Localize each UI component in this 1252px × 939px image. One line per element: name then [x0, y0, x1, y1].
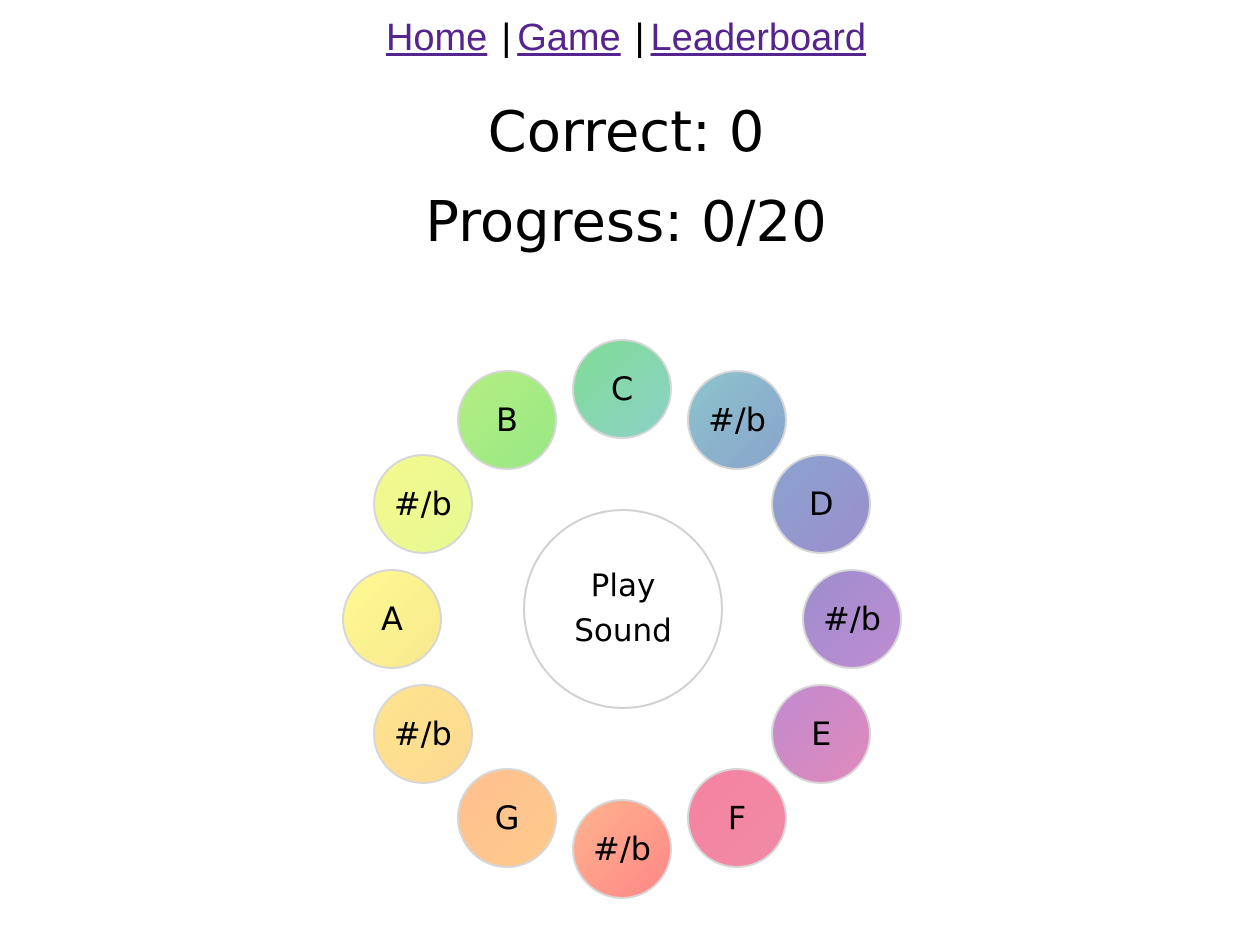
note-button-4[interactable]: E: [771, 684, 872, 784]
note-button-3[interactable]: #/b: [802, 569, 902, 669]
note-button-8[interactable]: #/b: [372, 684, 473, 784]
note-wheel: Play Sound C #/b D #/b E F #/b G #/b A #/b B: [0, 0, 1252, 939]
note-button-5[interactable]: F: [687, 768, 787, 869]
play-sound-label-line2: Sound: [574, 613, 672, 649]
note-button-2[interactable]: D: [771, 454, 872, 554]
note-button-11[interactable]: B: [457, 369, 557, 470]
note-button-9[interactable]: A: [342, 569, 442, 669]
play-sound-button[interactable]: Play Sound: [523, 509, 723, 709]
note-button-10[interactable]: #/b: [372, 454, 473, 554]
note-button-6[interactable]: #/b: [572, 799, 672, 899]
play-sound-label-line1: Play: [590, 568, 656, 604]
note-button-7[interactable]: G: [457, 768, 557, 869]
note-button-0[interactable]: C: [572, 339, 672, 439]
note-button-1[interactable]: #/b: [687, 369, 787, 470]
